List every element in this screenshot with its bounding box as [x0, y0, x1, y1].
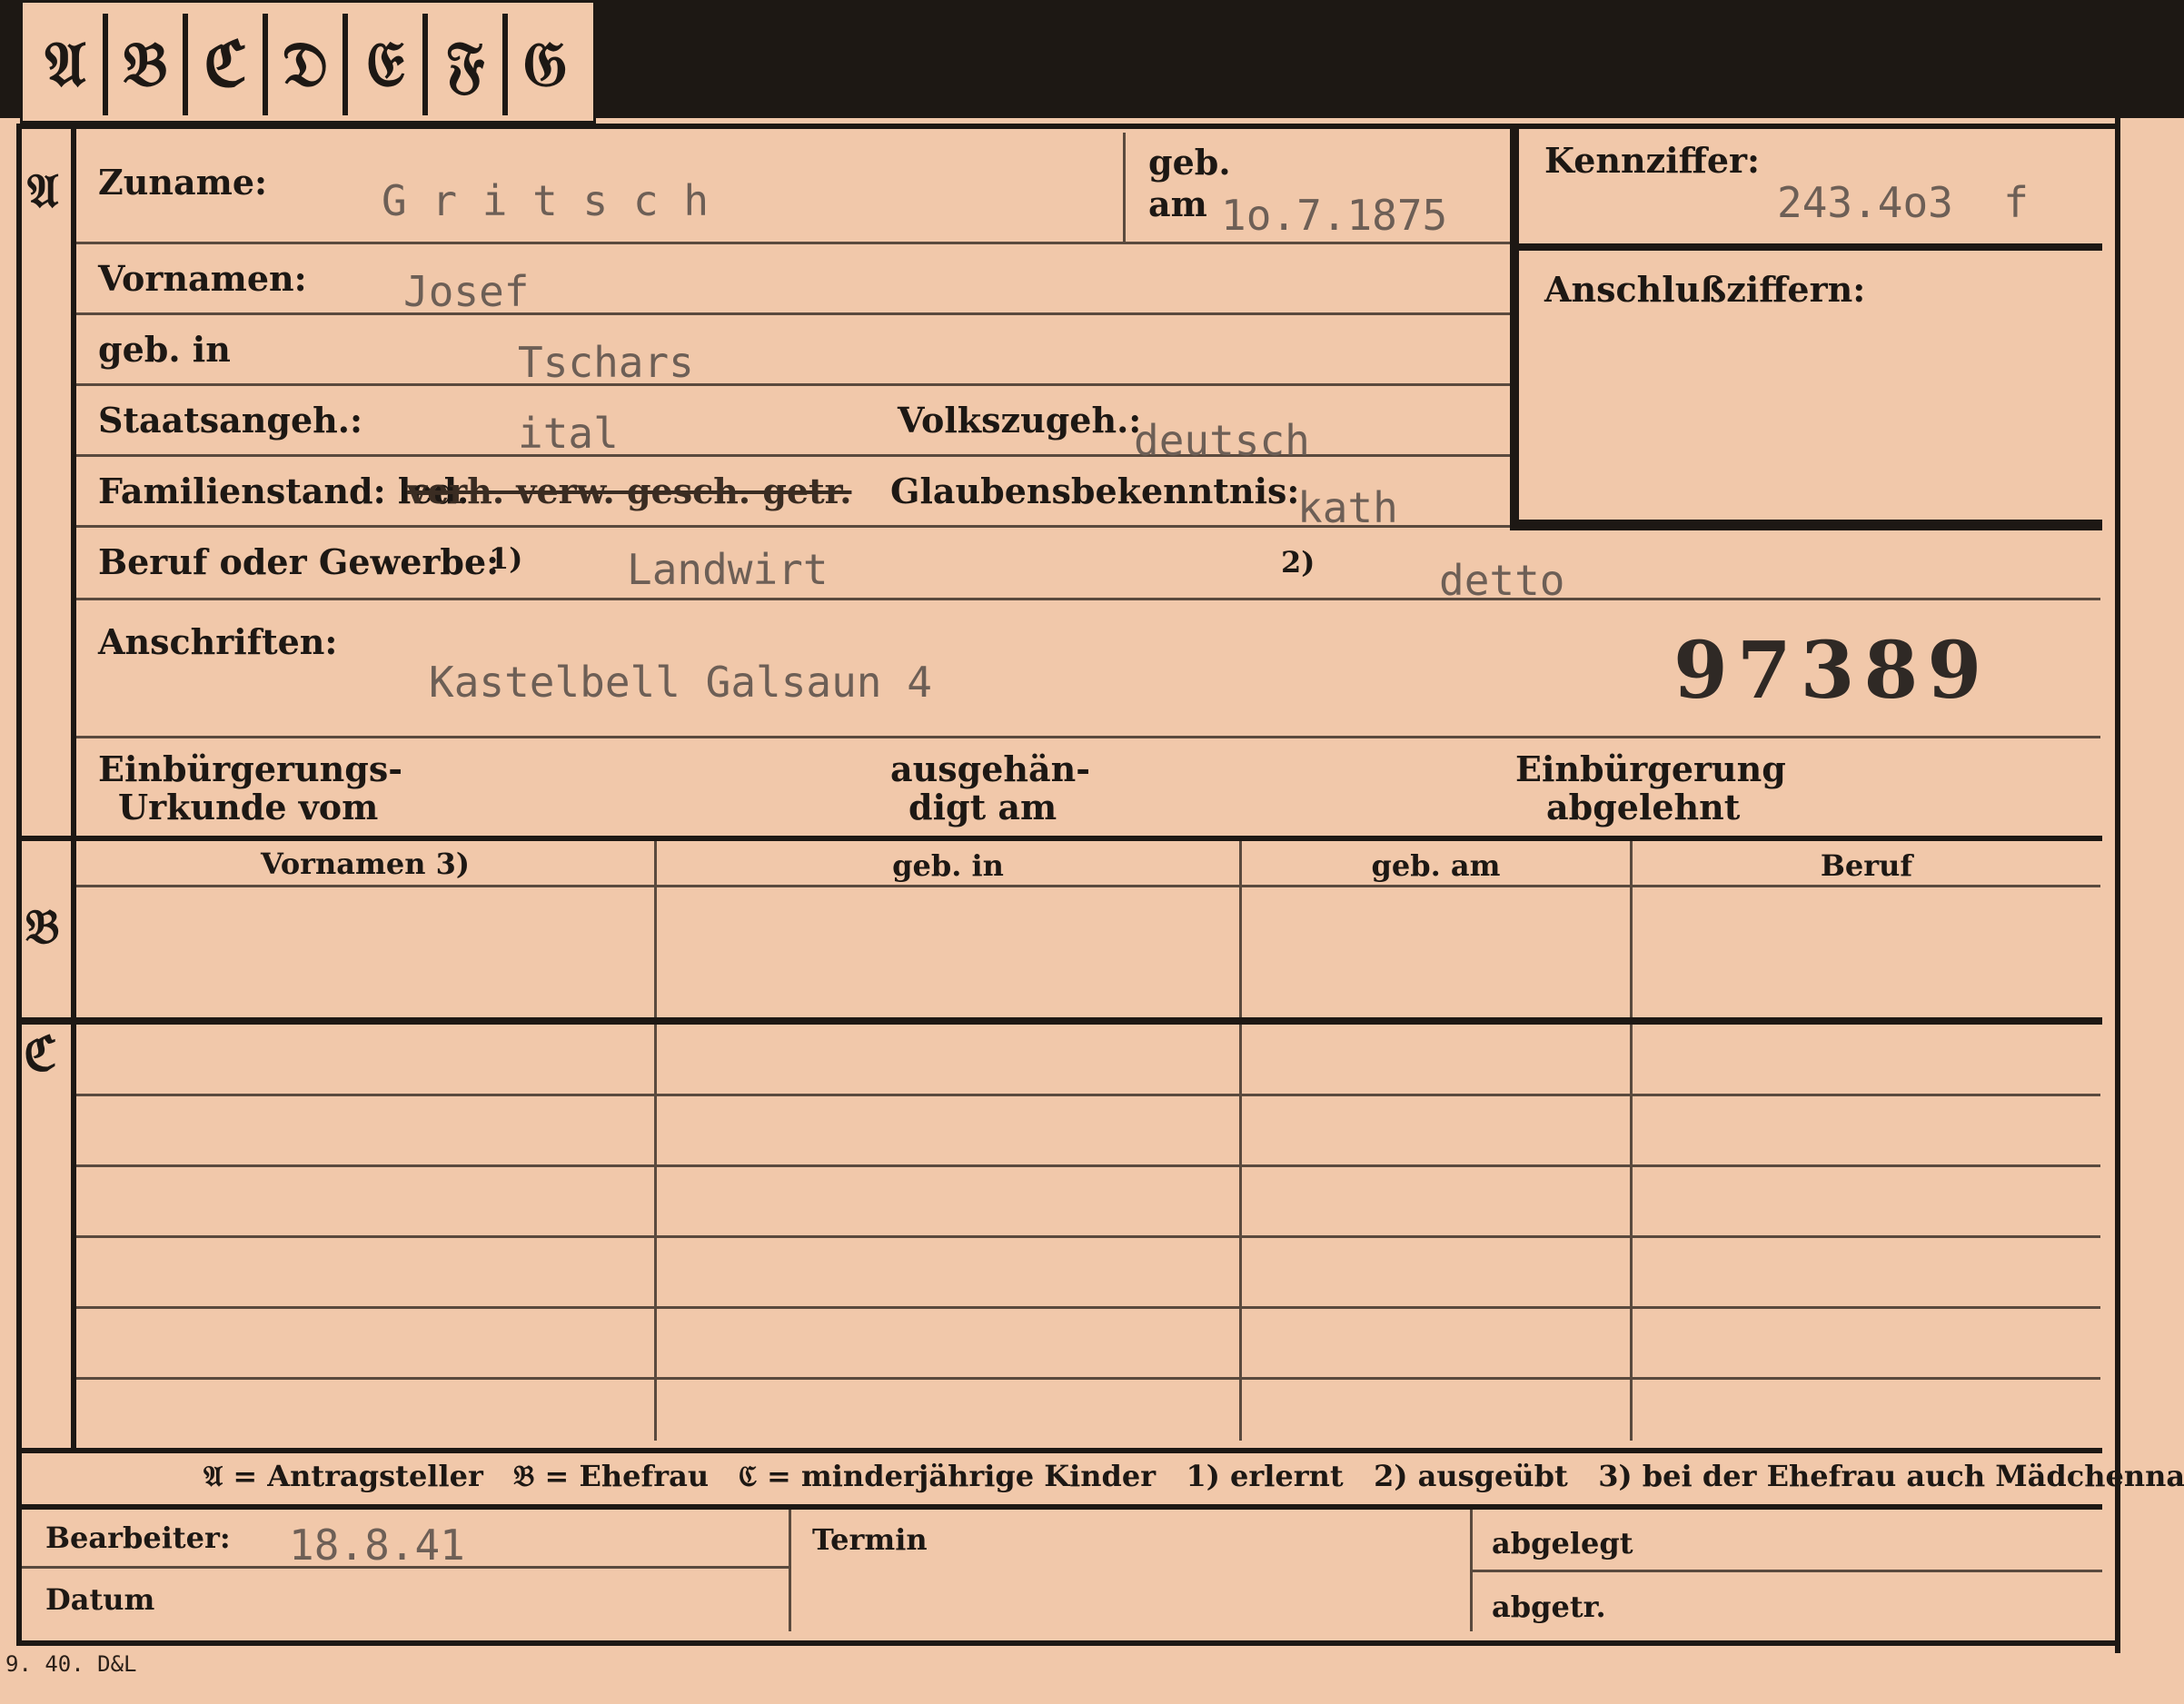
row-line-3	[76, 383, 1515, 386]
table-header-line	[76, 885, 2100, 887]
tab-d[interactable]: 𝔇	[268, 14, 348, 115]
einbuerg-label-1: Einbürgerungs-	[98, 748, 403, 789]
section-letter-c: ℭ	[24, 1026, 57, 1082]
card-right-edge	[2115, 118, 2120, 1653]
abgetr-label: abgetr.	[1492, 1590, 1606, 1624]
zuname-label: Zuname:	[98, 162, 268, 203]
row-line-6	[76, 598, 2100, 600]
table-col-divider-1	[654, 841, 657, 1441]
footer-line-right	[1473, 1570, 2102, 1572]
section-letter-a: 𝔄	[27, 163, 59, 219]
zuname-value[interactable]: G r i t s c h	[382, 176, 709, 225]
abgelegt-label: abgelegt	[1492, 1526, 1633, 1560]
volkszugeh-label: Volkszugeh.:	[898, 400, 1142, 441]
beruf-value-1[interactable]: Landwirt	[627, 545, 829, 594]
staatsangeh-value[interactable]: ital	[518, 409, 619, 458]
glaubens-label: Glaubensbekenntnis:	[890, 471, 1300, 511]
child-row-line-2	[76, 1164, 2100, 1167]
bearbeiter-label: Bearbeiter:	[45, 1521, 231, 1555]
vornamen-value[interactable]: Josef	[403, 267, 529, 316]
kennziffer-value[interactable]: 243.4o3 f	[1777, 178, 2029, 227]
beruf-note-2: 2)	[1281, 545, 1315, 580]
section-bc-separator	[16, 1017, 2102, 1025]
tab-a[interactable]: 𝔄	[28, 14, 108, 115]
beruf-note-1: 1)	[489, 541, 523, 576]
tab-g[interactable]: 𝔊	[508, 14, 582, 115]
staatsangeh-label: Staatsangeh.:	[98, 400, 363, 441]
legend-bottom-line	[16, 1504, 2102, 1510]
anschriften-value[interactable]: Kastelbell Galsaun 4	[429, 658, 932, 707]
section-ab-separator	[16, 836, 2102, 841]
table-col-divider-2	[1239, 841, 1242, 1441]
row-line-2	[76, 312, 1515, 315]
geb-label: geb.	[1148, 142, 1231, 183]
abgelehnt-label-2: abgelehnt	[1546, 787, 1741, 827]
col-head-beruf: Beruf	[1820, 848, 1913, 883]
section-letter-b: 𝔅	[25, 899, 60, 955]
bearbeiter-value[interactable]: 18.8.41	[289, 1521, 465, 1570]
section-column-divider	[71, 124, 76, 1450]
print-mark: 9. 40. D&L	[5, 1651, 137, 1677]
glaubens-value[interactable]: kath	[1297, 483, 1398, 532]
row-line-7	[76, 736, 2100, 738]
col-head-gebin: geb. in	[892, 848, 1004, 883]
abgelehnt-label-1: Einbürgerung	[1515, 748, 1786, 789]
tab-e[interactable]: 𝔈	[348, 14, 428, 115]
row-line-1	[76, 242, 1515, 244]
card-number: 97389	[1673, 625, 1991, 717]
table-col-divider-3	[1630, 841, 1633, 1441]
geb-am-value[interactable]: 1o.7.1875	[1221, 191, 1447, 240]
kennziffer-box-divider	[1510, 243, 2102, 251]
geb-am-divider	[1123, 133, 1126, 242]
legend: 𝔄 = Antragsteller 𝔅 = Ehefrau ℭ = minder…	[204, 1459, 2184, 1493]
familienstand-struck: verh. verw. gesch. getr.	[407, 471, 852, 511]
legend-top-line	[16, 1448, 2102, 1453]
vornamen-label: Vornamen:	[98, 258, 307, 299]
einbuerg-label-2: Urkunde vom	[118, 787, 379, 827]
kennziffer-label: Kennziffer:	[1544, 140, 1761, 181]
ausgehaen-label-2: digt am	[908, 787, 1057, 827]
kennziffer-box-left	[1510, 124, 1519, 530]
tab-c[interactable]: ℭ	[188, 14, 268, 115]
ausgehaen-label-1: ausgehän-	[890, 748, 1091, 789]
kennziffer-box-bottom	[1510, 520, 2102, 530]
datum-label: Datum	[45, 1582, 155, 1617]
footer-divider-1	[789, 1510, 791, 1631]
col-head-gebam: geb. am	[1371, 848, 1501, 883]
child-row-line-5	[76, 1377, 2100, 1380]
volkszugeh-value[interactable]: deutsch	[1134, 416, 1310, 465]
anschluss-label: Anschlußziffern:	[1544, 269, 1866, 310]
child-row-line-4	[76, 1306, 2100, 1309]
col-head-vornamen: Vornamen 3)	[260, 847, 471, 881]
tab-f[interactable]: 𝔉	[428, 14, 508, 115]
gebin-value[interactable]: Tschars	[518, 338, 694, 387]
termin-label: Termin	[812, 1522, 928, 1557]
child-row-line-3	[76, 1235, 2100, 1238]
am-label: am	[1148, 183, 1207, 224]
child-row-line-1	[76, 1094, 2100, 1096]
letter-tab-strip: 𝔄 𝔅 ℭ 𝔇 𝔈 𝔉 𝔊	[20, 0, 596, 124]
anschriften-label: Anschriften:	[98, 621, 338, 662]
beruf-label: Beruf oder Gewerbe:	[98, 541, 500, 582]
gebin-label: geb. in	[98, 329, 231, 370]
beruf-value-2[interactable]: detto	[1439, 556, 1564, 605]
tab-b[interactable]: 𝔅	[108, 14, 188, 115]
